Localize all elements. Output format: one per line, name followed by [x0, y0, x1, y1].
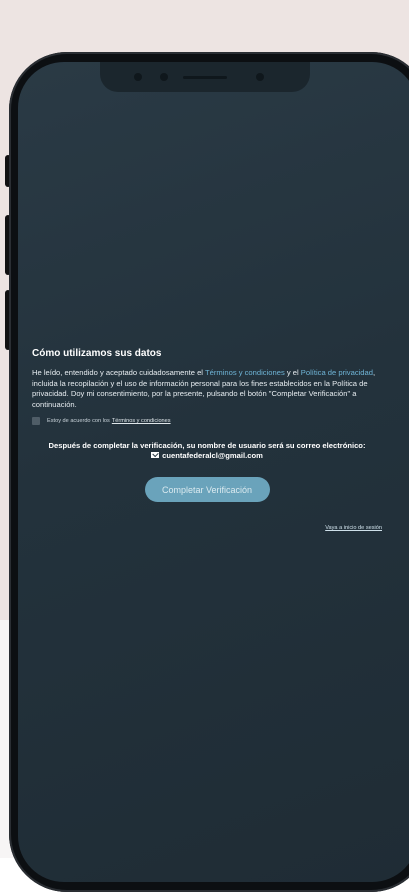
- sensor-icon: [134, 73, 142, 81]
- consent-text-part2: y el: [284, 368, 301, 377]
- consent-text-part1: He leído, entendido y aceptado cuidadosa…: [32, 368, 205, 377]
- agreement-terms-link[interactable]: Términos y condiciones: [112, 418, 171, 424]
- consent-paragraph: He leído, entendido y aceptado cuidadosa…: [32, 368, 382, 410]
- agreement-label: Estoy de acuerdo con los: [47, 418, 110, 424]
- user-email: cuentafederalcl@gmail.com: [162, 451, 263, 460]
- front-camera-icon: [256, 73, 264, 81]
- consent-section: Cómo utilizamos sus datos He leído, ente…: [32, 348, 382, 531]
- section-title: Cómo utilizamos sus datos: [32, 348, 162, 359]
- terms-link[interactable]: Términos y condiciones: [205, 368, 285, 377]
- agreement-checkbox[interactable]: [32, 417, 40, 425]
- agreement-row: Estoy de acuerdo con los Términos y cond…: [32, 417, 382, 425]
- after-verification-text: Después de completar la verificación, su…: [48, 441, 366, 450]
- complete-verification-button[interactable]: Completar Verificación: [144, 477, 270, 502]
- privacy-link[interactable]: Política de privacidad: [301, 368, 373, 377]
- envelope-icon: [151, 452, 160, 458]
- camera-icon: [160, 73, 168, 81]
- speaker-grille: [183, 76, 227, 79]
- email-line: cuentafederalcl@gmail.com: [32, 451, 382, 460]
- phone-screen: Cómo utilizamos sus datos He leído, ente…: [18, 62, 409, 882]
- phone-notch: [100, 62, 310, 92]
- login-link[interactable]: Vaya a inicio de sesión: [32, 525, 382, 531]
